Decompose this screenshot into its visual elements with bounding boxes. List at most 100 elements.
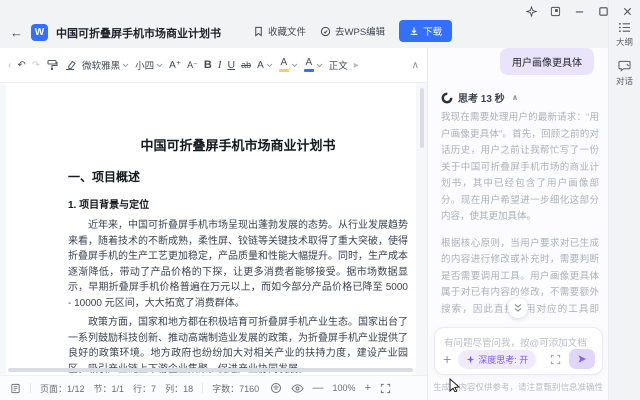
send-button[interactable] xyxy=(569,349,595,369)
chevron-up-icon: ∧ xyxy=(512,93,519,102)
underline-button[interactable]: U xyxy=(228,59,236,71)
toolbar-collapse-left-icon[interactable]: ‹ xyxy=(8,60,11,71)
font-family-select[interactable]: 微软雅黑 xyxy=(82,58,129,72)
vertical-scrollbar[interactable] xyxy=(420,88,424,148)
chat-bubble-icon xyxy=(618,60,631,72)
text-effects-button[interactable]: A xyxy=(257,60,273,71)
strikethrough-button[interactable]: ab xyxy=(241,60,251,70)
user-message-bubble: 用户画像更具体 xyxy=(500,48,594,75)
double-chevron-down-icon xyxy=(513,303,523,313)
word-count: 字数：7160 xyxy=(212,382,259,395)
chevron-down-icon xyxy=(122,63,129,68)
zoom-in-button[interactable]: + xyxy=(365,382,371,394)
scroll-to-bottom-button[interactable] xyxy=(508,298,528,318)
rail-item-outline[interactable]: 大纲 xyxy=(609,22,640,48)
doc-body: 近年来，中国可折叠屏手机市场呈现出蓬勃发展的态势。从行业发展趋势来看，随着技术的… xyxy=(68,218,408,375)
add-attachment-button[interactable]: + xyxy=(443,352,451,366)
maximize-button[interactable] xyxy=(596,4,610,18)
page-layout-icon[interactable] xyxy=(10,383,21,394)
italic-button[interactable]: I xyxy=(218,59,222,71)
bookmark-icon xyxy=(253,26,264,37)
favorite-label: 收藏文件 xyxy=(268,24,306,38)
wps-edit-icon xyxy=(320,26,331,37)
page-indicator: 页面：1/12 xyxy=(40,382,85,395)
font-color-label: A xyxy=(305,58,312,68)
titlebar: ← W 中国可折叠屏手机市场商业计划书 收藏文件 去WPS编辑 下载 xyxy=(0,0,608,48)
highlight-color-button[interactable]: A xyxy=(279,58,298,72)
collapse-toolbar-icon[interactable]: ∧ xyxy=(412,60,419,71)
doc-heading-2: 1. 项目背景与定位 xyxy=(68,196,408,211)
font-family-value: 微软雅黑 xyxy=(82,58,120,72)
font-size-select[interactable]: 小四 xyxy=(135,58,163,72)
paragraph-style-select[interactable]: 正文 xyxy=(329,58,348,72)
doc-paragraph: 政策方面，国家和地方都在积极培育可折叠屏手机产业生态。国家出台了一系列鼓励科技创… xyxy=(68,315,408,375)
back-arrow-icon[interactable]: ← xyxy=(10,25,23,40)
statusbar-divider xyxy=(30,383,31,393)
clear-format-icon[interactable] xyxy=(64,59,76,71)
line-indicator: 行：7 xyxy=(133,382,156,395)
deep-think-toggle[interactable]: 深度思考: 开 xyxy=(458,350,536,369)
download-icon xyxy=(409,26,419,36)
rail-item-chat[interactable]: 对话 xyxy=(609,60,640,87)
close-button[interactable] xyxy=(620,4,634,18)
chat-input-placeholder: 有问题尽管问我，按@可添加文档 xyxy=(444,335,587,349)
chat-input-box[interactable]: 有问题尽管问我，按@可添加文档 + 深度思考: 开 xyxy=(434,327,603,375)
rail-outline-label: 大纲 xyxy=(616,36,633,48)
font-size-value: 小四 xyxy=(135,58,154,72)
format-painter-icon[interactable] xyxy=(46,59,58,71)
minimize-button[interactable] xyxy=(572,4,586,18)
zoom-out-button[interactable]: — xyxy=(313,382,324,394)
chevron-down-icon xyxy=(316,63,323,68)
wps-edit-button[interactable]: 去WPS编辑 xyxy=(320,24,385,38)
text-effects-label: A xyxy=(257,60,264,71)
outline-list-icon xyxy=(618,22,631,33)
popout-icon[interactable] xyxy=(548,4,562,18)
undo-button[interactable]: ↶ xyxy=(17,60,25,71)
column-indicator: 列：18 xyxy=(165,382,193,395)
download-button[interactable]: 下载 xyxy=(399,20,452,42)
chevron-down-icon xyxy=(291,63,298,68)
font-color-button[interactable]: A xyxy=(304,58,323,72)
mouse-cursor xyxy=(449,378,461,397)
send-arrow-icon xyxy=(577,354,587,364)
doc-paragraph: 近年来，中国可折叠屏手机市场呈现出蓬勃发展的态势。从行业发展趋势来看，随着技术的… xyxy=(68,218,408,311)
wps-edit-label: 去WPS编辑 xyxy=(335,24,385,38)
thinking-spinner-icon xyxy=(441,92,453,104)
more-styles-icon[interactable]: ▸ xyxy=(354,60,359,71)
sparkle-icon[interactable] xyxy=(524,4,538,18)
redo-button[interactable]: ↷ xyxy=(32,60,40,71)
statusbar-divider xyxy=(202,383,203,393)
document-column: ‹ ↶ ↷ 微软雅黑 小四 A⁺ A⁻ B I U ab xyxy=(0,48,427,400)
doc-page-title: 中国可折叠屏手机市场商业计划书 xyxy=(68,135,408,154)
doc-heading-1: 一、项目概述 xyxy=(68,168,408,185)
thinking-paragraph: 我现在需要处理用户的最新请求：“用户画像更具体”。首先，回顾之前的对话历史，用户… xyxy=(441,110,599,226)
chevron-down-icon xyxy=(266,63,273,68)
translate-icon[interactable] xyxy=(270,382,282,394)
highlight-label: A xyxy=(280,58,287,68)
expand-input-icon[interactable] xyxy=(550,354,561,365)
bold-button[interactable]: B xyxy=(204,59,212,71)
zoom-level[interactable]: 100% xyxy=(333,383,356,393)
thinking-header[interactable]: 思考 13 秒 ∧ xyxy=(441,90,518,105)
format-toolbar: ‹ ↶ ↷ 微软雅黑 小四 A⁺ A⁻ B I U ab xyxy=(0,48,427,83)
document-title: 中国可折叠屏手机市场商业计划书 xyxy=(56,25,221,41)
document-page[interactable]: 中国可折叠屏手机市场商业计划书 一、项目概述 1. 项目背景与定位 近年来，中国… xyxy=(6,83,416,375)
rail-chat-label: 对话 xyxy=(616,75,633,87)
download-label: 下载 xyxy=(423,24,442,38)
font-color-bar xyxy=(304,69,314,72)
favorite-button[interactable]: 收藏文件 xyxy=(253,24,306,38)
chevron-down-icon xyxy=(156,63,163,68)
fullscreen-icon[interactable] xyxy=(380,383,391,394)
increase-font-button[interactable]: A⁺ xyxy=(169,60,181,71)
wps-window: ← W 中国可折叠屏手机市场商业计划书 收藏文件 去WPS编辑 下载 ‹ ↶ ↷ xyxy=(0,0,640,400)
horizontal-scrollbar[interactable] xyxy=(8,368,413,372)
thinking-label: 思考 13 秒 xyxy=(458,90,505,105)
deep-think-label: 深度思考: 开 xyxy=(478,353,528,366)
eye-icon[interactable] xyxy=(291,383,304,394)
highlight-color-bar xyxy=(279,69,289,72)
status-bar: 页面：1/12 节：1/1 行：7 列：18 字数：7160 — 100% + xyxy=(0,375,427,400)
word-doc-icon: W xyxy=(31,24,48,41)
decrease-font-button[interactable]: A⁻ xyxy=(187,60,198,71)
document-area: 中国可折叠屏手机市场商业计划书 一、项目概述 1. 项目背景与定位 近年来，中国… xyxy=(0,83,427,375)
ai-assistant-panel: 用户画像更具体 思考 13 秒 ∧ 我现在需要处理用户的最新请求：“用户画像更具… xyxy=(427,48,608,400)
